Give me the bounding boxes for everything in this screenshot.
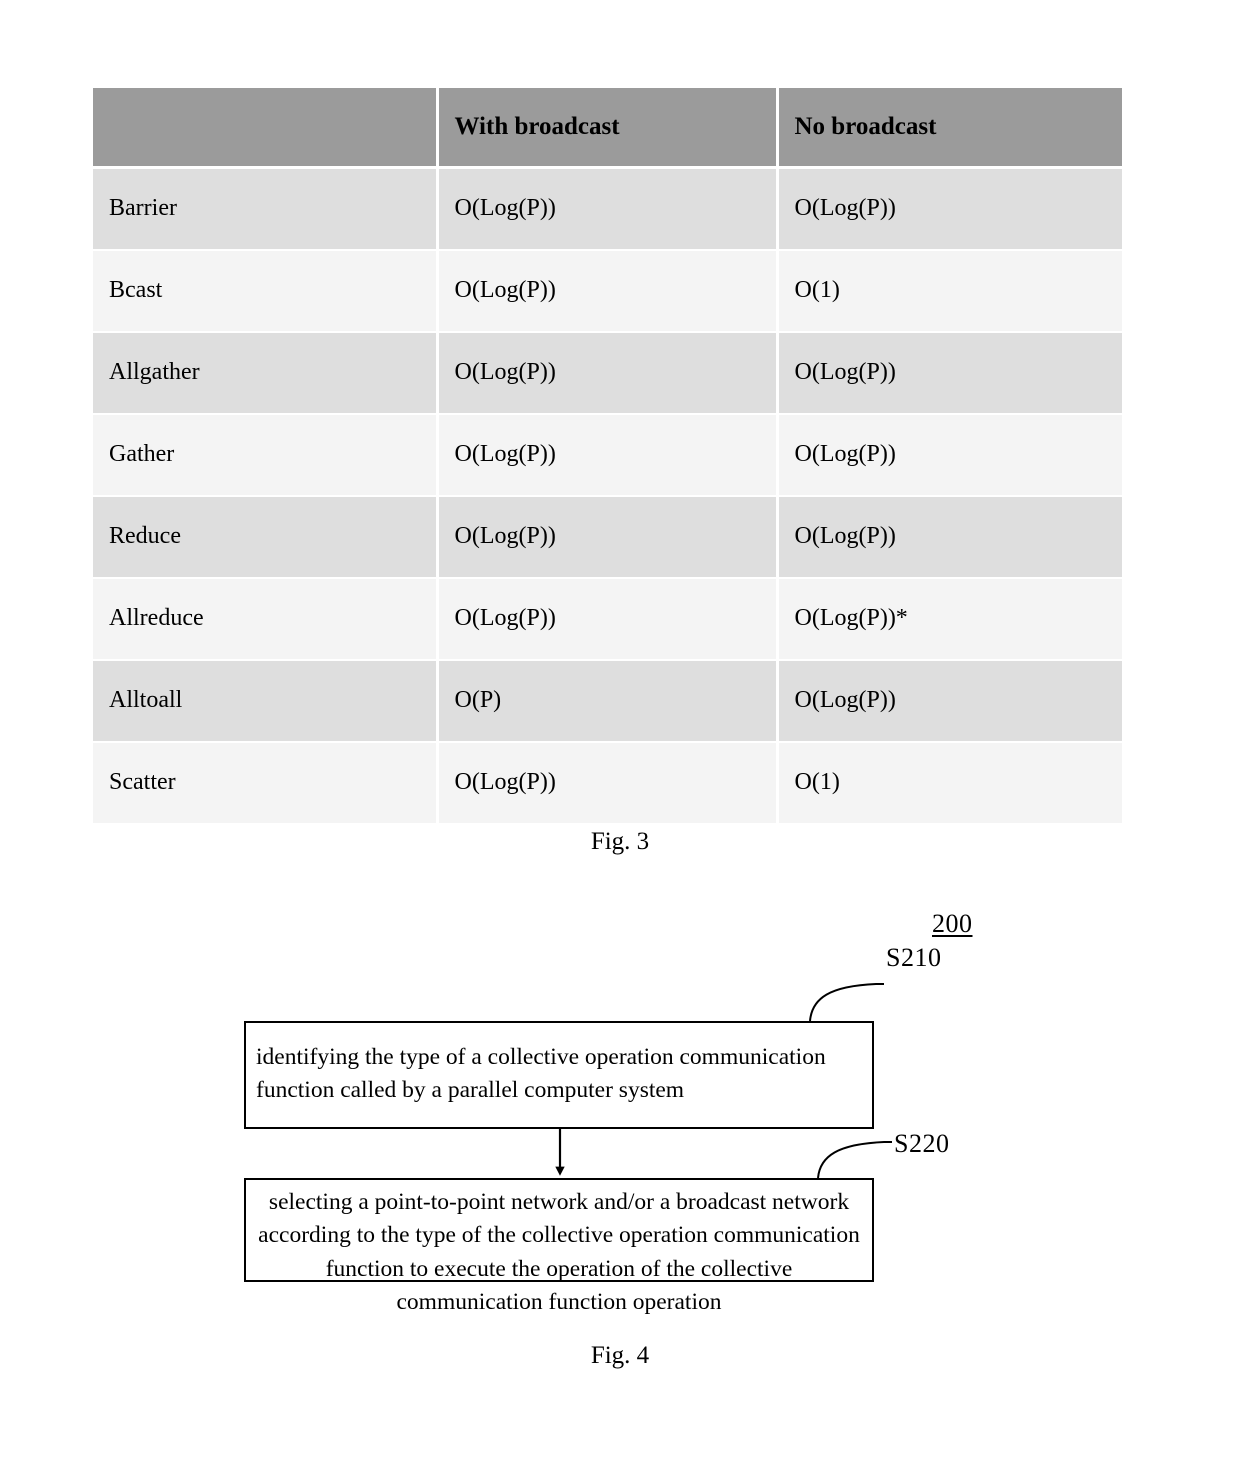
leader-line-s220	[817, 1141, 892, 1179]
table-row: Scatter O(Log(P)) O(1)	[93, 742, 1122, 823]
cell-operation: Allreduce	[93, 578, 439, 661]
cell-with-broadcast: O(Log(P))	[437, 742, 779, 823]
table-row: Gather O(Log(P)) O(Log(P))	[93, 414, 1122, 497]
cell-operation: Barrier	[93, 167, 439, 251]
flowchart-step-s210: identifying the type of a collective ope…	[244, 1021, 874, 1129]
cell-with-broadcast: O(Log(P))	[437, 578, 779, 661]
method-reference-label: 200	[932, 909, 973, 938]
cell-operation: Alltoall	[93, 660, 439, 743]
table-header: With broadcast No broadcast	[93, 88, 1122, 169]
cell-with-broadcast: O(Log(P))	[437, 414, 779, 497]
table-row: Allreduce O(Log(P)) O(Log(P))*	[93, 578, 1122, 661]
table-row: Barrier O(Log(P)) O(Log(P))	[93, 167, 1122, 251]
cell-no-broadcast: O(Log(P))	[777, 660, 1122, 743]
step-reference-label-s220: S220	[894, 1129, 950, 1158]
figure-4-caption: Fig. 4	[590, 1342, 650, 1369]
column-header-with-broadcast: With broadcast	[437, 88, 779, 169]
cell-operation: Scatter	[93, 742, 439, 823]
cell-no-broadcast: O(Log(P))	[777, 496, 1122, 579]
step-reference-label-s210: S210	[886, 943, 942, 972]
cell-operation: Reduce	[93, 496, 439, 579]
table-row: Allgather O(Log(P)) O(Log(P))	[93, 332, 1122, 415]
cell-no-broadcast: O(1)	[777, 250, 1122, 333]
cell-with-broadcast: O(Log(P))	[437, 496, 779, 579]
table-header-row: With broadcast No broadcast	[93, 88, 1122, 169]
cell-operation: Gather	[93, 414, 439, 497]
leader-line-s210	[809, 983, 884, 1022]
cell-no-broadcast: O(1)	[777, 742, 1122, 823]
figure-3-caption: Fig. 3	[590, 828, 650, 855]
flowchart-step-s220: selecting a point-to-point network and/o…	[244, 1178, 874, 1315]
cell-no-broadcast: O(Log(P))*	[777, 578, 1122, 661]
cell-no-broadcast: O(Log(P))	[777, 414, 1122, 497]
column-header-operation	[93, 88, 439, 169]
cell-with-broadcast: O(Log(P))	[437, 332, 779, 415]
cell-operation: Allgather	[93, 332, 439, 415]
table-body: Barrier O(Log(P)) O(Log(P)) Bcast O(Log(…	[93, 167, 1122, 823]
cell-no-broadcast: O(Log(P))	[777, 332, 1122, 415]
cell-no-broadcast: O(Log(P))	[777, 167, 1122, 251]
table-row: Alltoall O(P) O(Log(P))	[93, 660, 1122, 743]
figure-4-flowchart: 200 S210 S220 identifying the type of a …	[0, 890, 1240, 1320]
cell-with-broadcast: O(P)	[437, 660, 779, 743]
complexity-comparison-table: With broadcast No broadcast Barrier O(Lo…	[93, 88, 1122, 823]
cell-operation: Bcast	[93, 250, 439, 333]
cell-with-broadcast: O(Log(P))	[437, 167, 779, 251]
table-row: Bcast O(Log(P)) O(1)	[93, 250, 1122, 333]
column-header-no-broadcast: No broadcast	[777, 88, 1122, 169]
table-row: Reduce O(Log(P)) O(Log(P))	[93, 496, 1122, 579]
cell-with-broadcast: O(Log(P))	[437, 250, 779, 333]
